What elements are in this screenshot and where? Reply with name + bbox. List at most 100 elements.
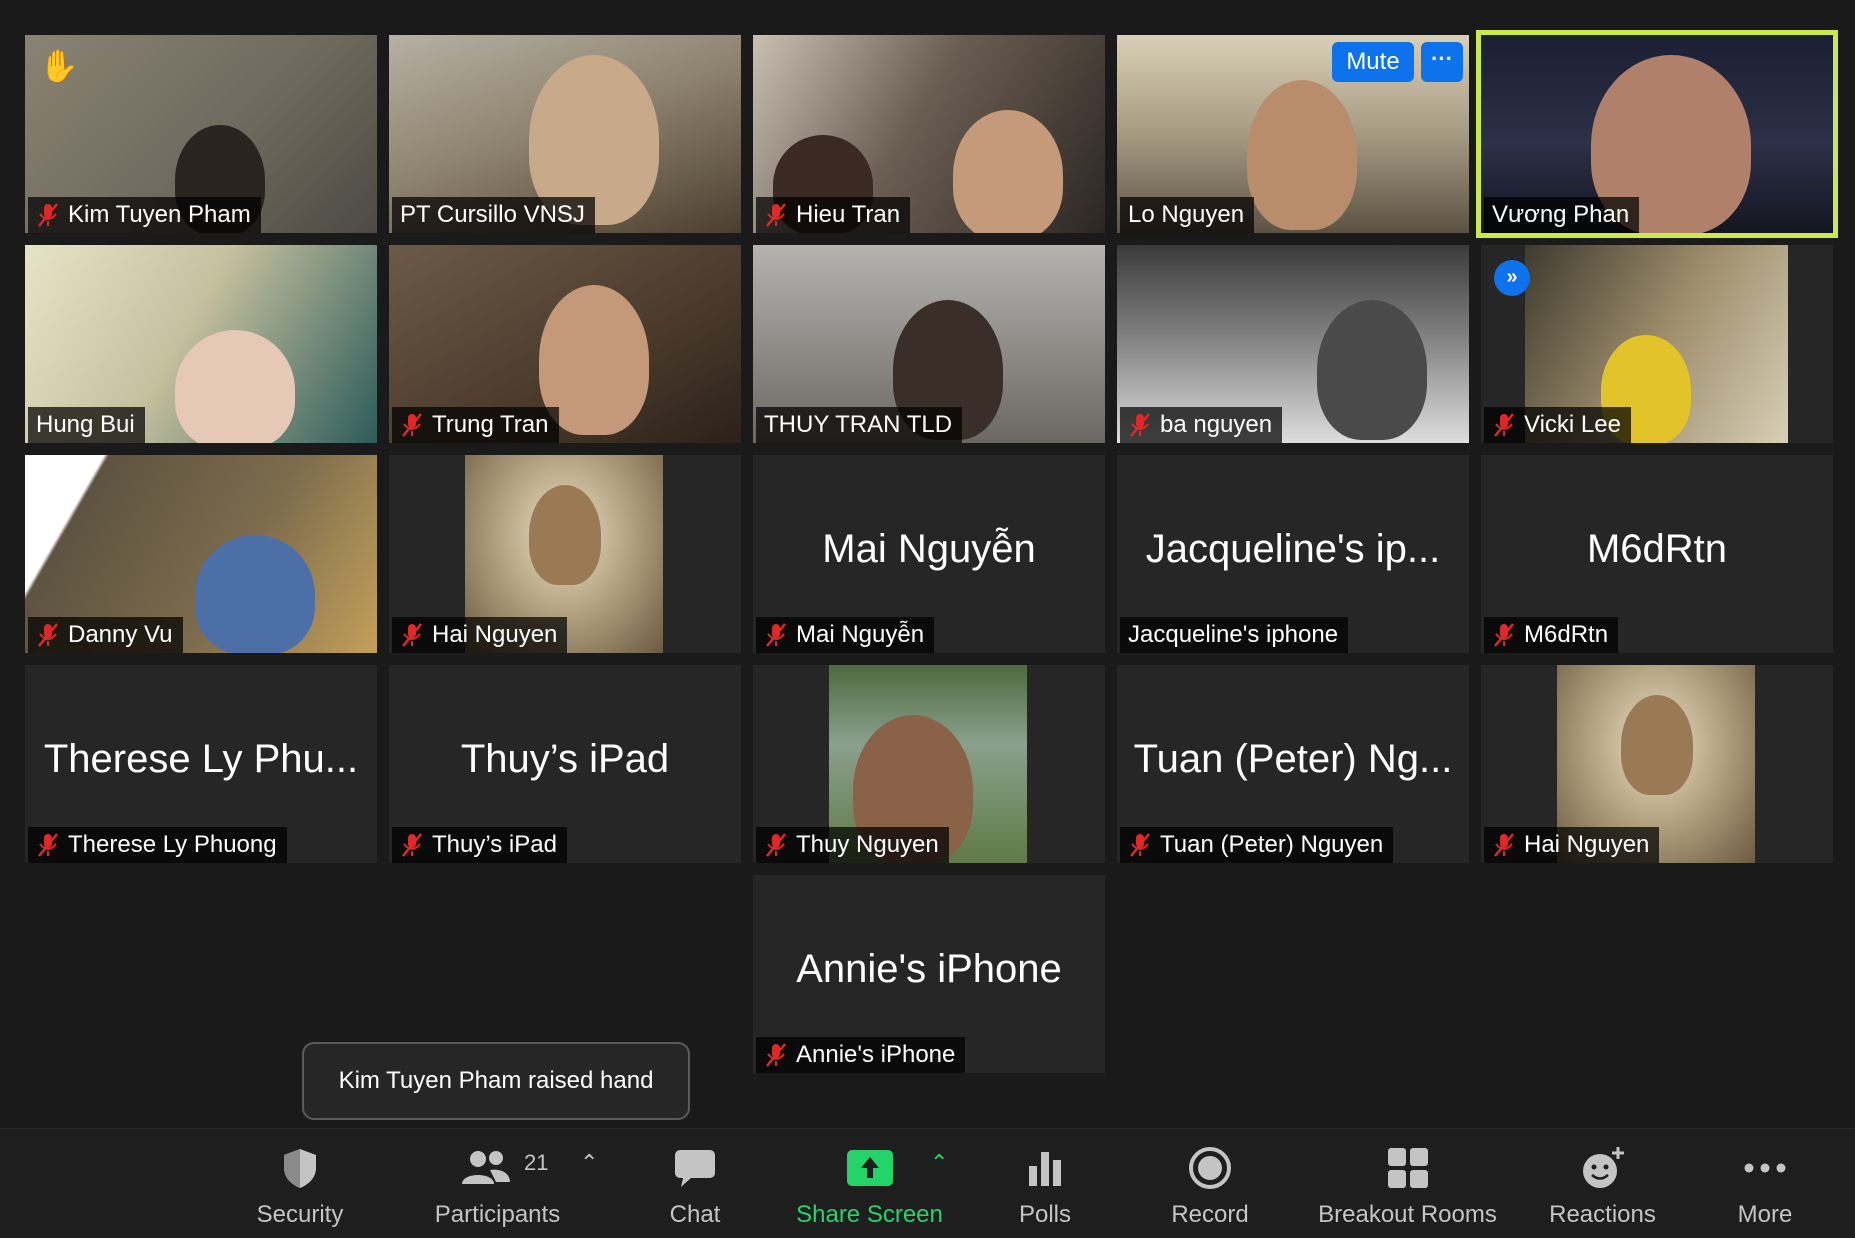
participant-name-label: Thuy’s iPad xyxy=(392,827,567,863)
fast-forward-icon[interactable]: » xyxy=(1494,260,1530,296)
participant-name: Thuy Nguyen xyxy=(796,831,939,858)
reactions-label: Reactions xyxy=(1549,1201,1656,1228)
profile-figure xyxy=(1621,695,1693,795)
participant-tile-vicki-lee[interactable]: Vicki Lee xyxy=(1481,245,1833,443)
participant-name: Vicki Lee xyxy=(1524,411,1621,438)
muted-mic-icon xyxy=(766,1043,786,1067)
record-button[interactable]: Record xyxy=(1160,1143,1260,1233)
muted-mic-icon xyxy=(1130,833,1150,857)
participant-tile-thuy-tran-tld[interactable]: THUY TRAN TLD xyxy=(753,245,1105,443)
participant-name-label: Trung Tran xyxy=(392,407,559,443)
participant-tile-kim-tuyen-pham[interactable]: ✋ Kim Tuyen Pham xyxy=(25,35,377,233)
more-button[interactable]: More xyxy=(1720,1143,1810,1233)
participant-name: Danny Vu xyxy=(68,621,173,648)
record-icon xyxy=(1189,1147,1231,1189)
participant-tile-hieu-tran[interactable]: Hieu Tran xyxy=(753,35,1105,233)
tile-more-button[interactable]: ··· xyxy=(1421,42,1463,82)
share-screen-caret-icon[interactable]: ⌃ xyxy=(930,1150,948,1176)
participant-name: Hai Nguyen xyxy=(432,621,558,648)
security-label: Security xyxy=(256,1201,344,1228)
participant-tile-hung-bui[interactable]: Hung Bui xyxy=(25,245,377,443)
participants-label: Participants xyxy=(434,1201,561,1228)
participant-name: M6dRtn xyxy=(1524,621,1609,648)
breakout-rooms-label: Breakout Rooms xyxy=(1318,1201,1497,1228)
participant-tile-annies-iphone[interactable]: Annie's iPhone Annie's iPhone xyxy=(753,875,1105,1073)
participants-caret-icon[interactable]: ⌃ xyxy=(580,1150,598,1176)
participant-name-label: Vương Phan xyxy=(1484,197,1640,233)
participant-silhouette xyxy=(1317,300,1427,440)
participant-silhouette xyxy=(175,330,295,443)
participant-tile-thuys-ipad[interactable]: Thuy’s iPad Thuy’s iPad xyxy=(389,665,741,863)
participant-name-label: Hai Nguyen xyxy=(392,617,568,653)
participant-name: Tuan (Peter) Nguyen xyxy=(1160,831,1384,858)
mute-button[interactable]: Mute xyxy=(1332,42,1414,82)
participant-display-name: Jacqueline's ip... xyxy=(1145,527,1441,571)
participant-name-label: Vicki Lee xyxy=(1484,407,1631,443)
participant-silhouette xyxy=(1247,80,1357,230)
meeting-gallery: ✋ Kim Tuyen Pham PT Cursillo VNSJ Hieu T… xyxy=(0,0,1855,1238)
participant-display-name: Therese Ly Phu... xyxy=(43,737,359,781)
participant-name: THUY TRAN TLD xyxy=(764,411,953,438)
breakout-rooms-icon xyxy=(1387,1148,1428,1188)
participant-name-label: THUY TRAN TLD xyxy=(756,407,963,443)
participant-tile-pt-cursillo-vnsj[interactable]: PT Cursillo VNSJ xyxy=(389,35,741,233)
muted-mic-icon xyxy=(1494,623,1514,647)
bar-chart-icon xyxy=(1029,1152,1061,1186)
muted-mic-icon xyxy=(402,623,422,647)
participant-name-label: Hai Nguyen xyxy=(1484,827,1660,863)
participant-tile-tuan-peter-nguyen[interactable]: Tuan (Peter) Ng... Tuan (Peter) Nguyen xyxy=(1117,665,1469,863)
participant-display-name: Thuy’s iPad xyxy=(460,737,670,781)
share-screen-button[interactable]: Share Screen xyxy=(787,1143,952,1233)
participant-count: 21 xyxy=(524,1150,549,1175)
participant-tile-thuy-nguyen[interactable]: Thuy Nguyen xyxy=(753,665,1105,863)
participant-display-name: M6dRtn xyxy=(1586,527,1728,571)
chat-button[interactable]: Chat xyxy=(650,1143,740,1233)
muted-mic-icon xyxy=(402,413,422,437)
participant-tile-trung-tran[interactable]: Trung Tran xyxy=(389,245,741,443)
participant-tile-vuong-phan[interactable]: Vương Phan xyxy=(1476,30,1838,238)
participant-tile-jacquelines-iphone[interactable]: Jacqueline's ip... Jacqueline's iphone xyxy=(1117,455,1469,653)
participant-tile-danny-vu[interactable]: Danny Vu xyxy=(25,455,377,653)
breakout-rooms-button[interactable]: Breakout Rooms xyxy=(1310,1143,1505,1233)
participant-name-label: Mai Nguyễn xyxy=(756,617,935,653)
participant-name: Trung Tran xyxy=(432,411,549,438)
participant-tile-ba-nguyen[interactable]: ba nguyen xyxy=(1117,245,1469,443)
security-button[interactable]: Security xyxy=(240,1143,360,1233)
participant-name: Hung Bui xyxy=(36,411,135,438)
muted-mic-icon xyxy=(1494,833,1514,857)
raised-hand-icon: ✋ xyxy=(39,48,79,84)
participant-tile-hai-nguyen[interactable]: Hai Nguyen xyxy=(389,455,741,653)
muted-mic-icon xyxy=(38,623,58,647)
participant-display-name: Mai Nguyễn xyxy=(822,527,1036,571)
participant-tile-hai-nguyen-2[interactable]: Hai Nguyen xyxy=(1481,665,1833,863)
participant-name-label: Tuan (Peter) Nguyen xyxy=(1120,827,1394,863)
muted-mic-icon xyxy=(38,203,58,227)
participant-display-name: Annie's iPhone xyxy=(796,947,1062,991)
participant-tile-therese-ly-phuong[interactable]: Therese Ly Phu... Therese Ly Phuong xyxy=(25,665,377,863)
muted-mic-icon xyxy=(38,833,58,857)
participant-silhouette xyxy=(195,535,315,653)
participant-tile-mai-nguyen[interactable]: Mai Nguyễn Mai Nguyễn xyxy=(753,455,1105,653)
participant-name-label: M6dRtn xyxy=(1484,617,1619,653)
participants-button[interactable]: Participants xyxy=(420,1143,575,1233)
participant-name-label: Hieu Tran xyxy=(756,197,911,233)
participant-name-label: ba nguyen xyxy=(1120,407,1283,443)
participant-name: Lo Nguyen xyxy=(1128,201,1245,228)
participant-name-label: PT Cursillo VNSJ xyxy=(392,197,595,233)
reactions-button[interactable]: Reactions xyxy=(1540,1143,1665,1233)
participant-tile-m6drtn[interactable]: M6dRtn M6dRtn xyxy=(1481,455,1833,653)
participant-name-label: Annie's iPhone xyxy=(756,1037,966,1073)
polls-button[interactable]: Polls xyxy=(1000,1143,1090,1233)
participant-tile-lo-nguyen[interactable]: Lo Nguyen xyxy=(1117,35,1469,233)
participant-name: Annie's iPhone xyxy=(796,1041,956,1068)
participant-name: Therese Ly Phuong xyxy=(68,831,277,858)
participant-name-label: Therese Ly Phuong xyxy=(28,827,287,863)
chat-bubble-icon xyxy=(675,1150,715,1187)
polls-label: Polls xyxy=(1018,1201,1072,1228)
muted-mic-icon xyxy=(1130,413,1150,437)
participant-name: Thuy’s iPad xyxy=(432,831,557,858)
smiley-plus-icon xyxy=(1582,1147,1624,1188)
participant-name-label: Jacqueline's iphone xyxy=(1120,617,1349,653)
shield-icon xyxy=(284,1149,316,1188)
participants-icon xyxy=(462,1151,510,1184)
